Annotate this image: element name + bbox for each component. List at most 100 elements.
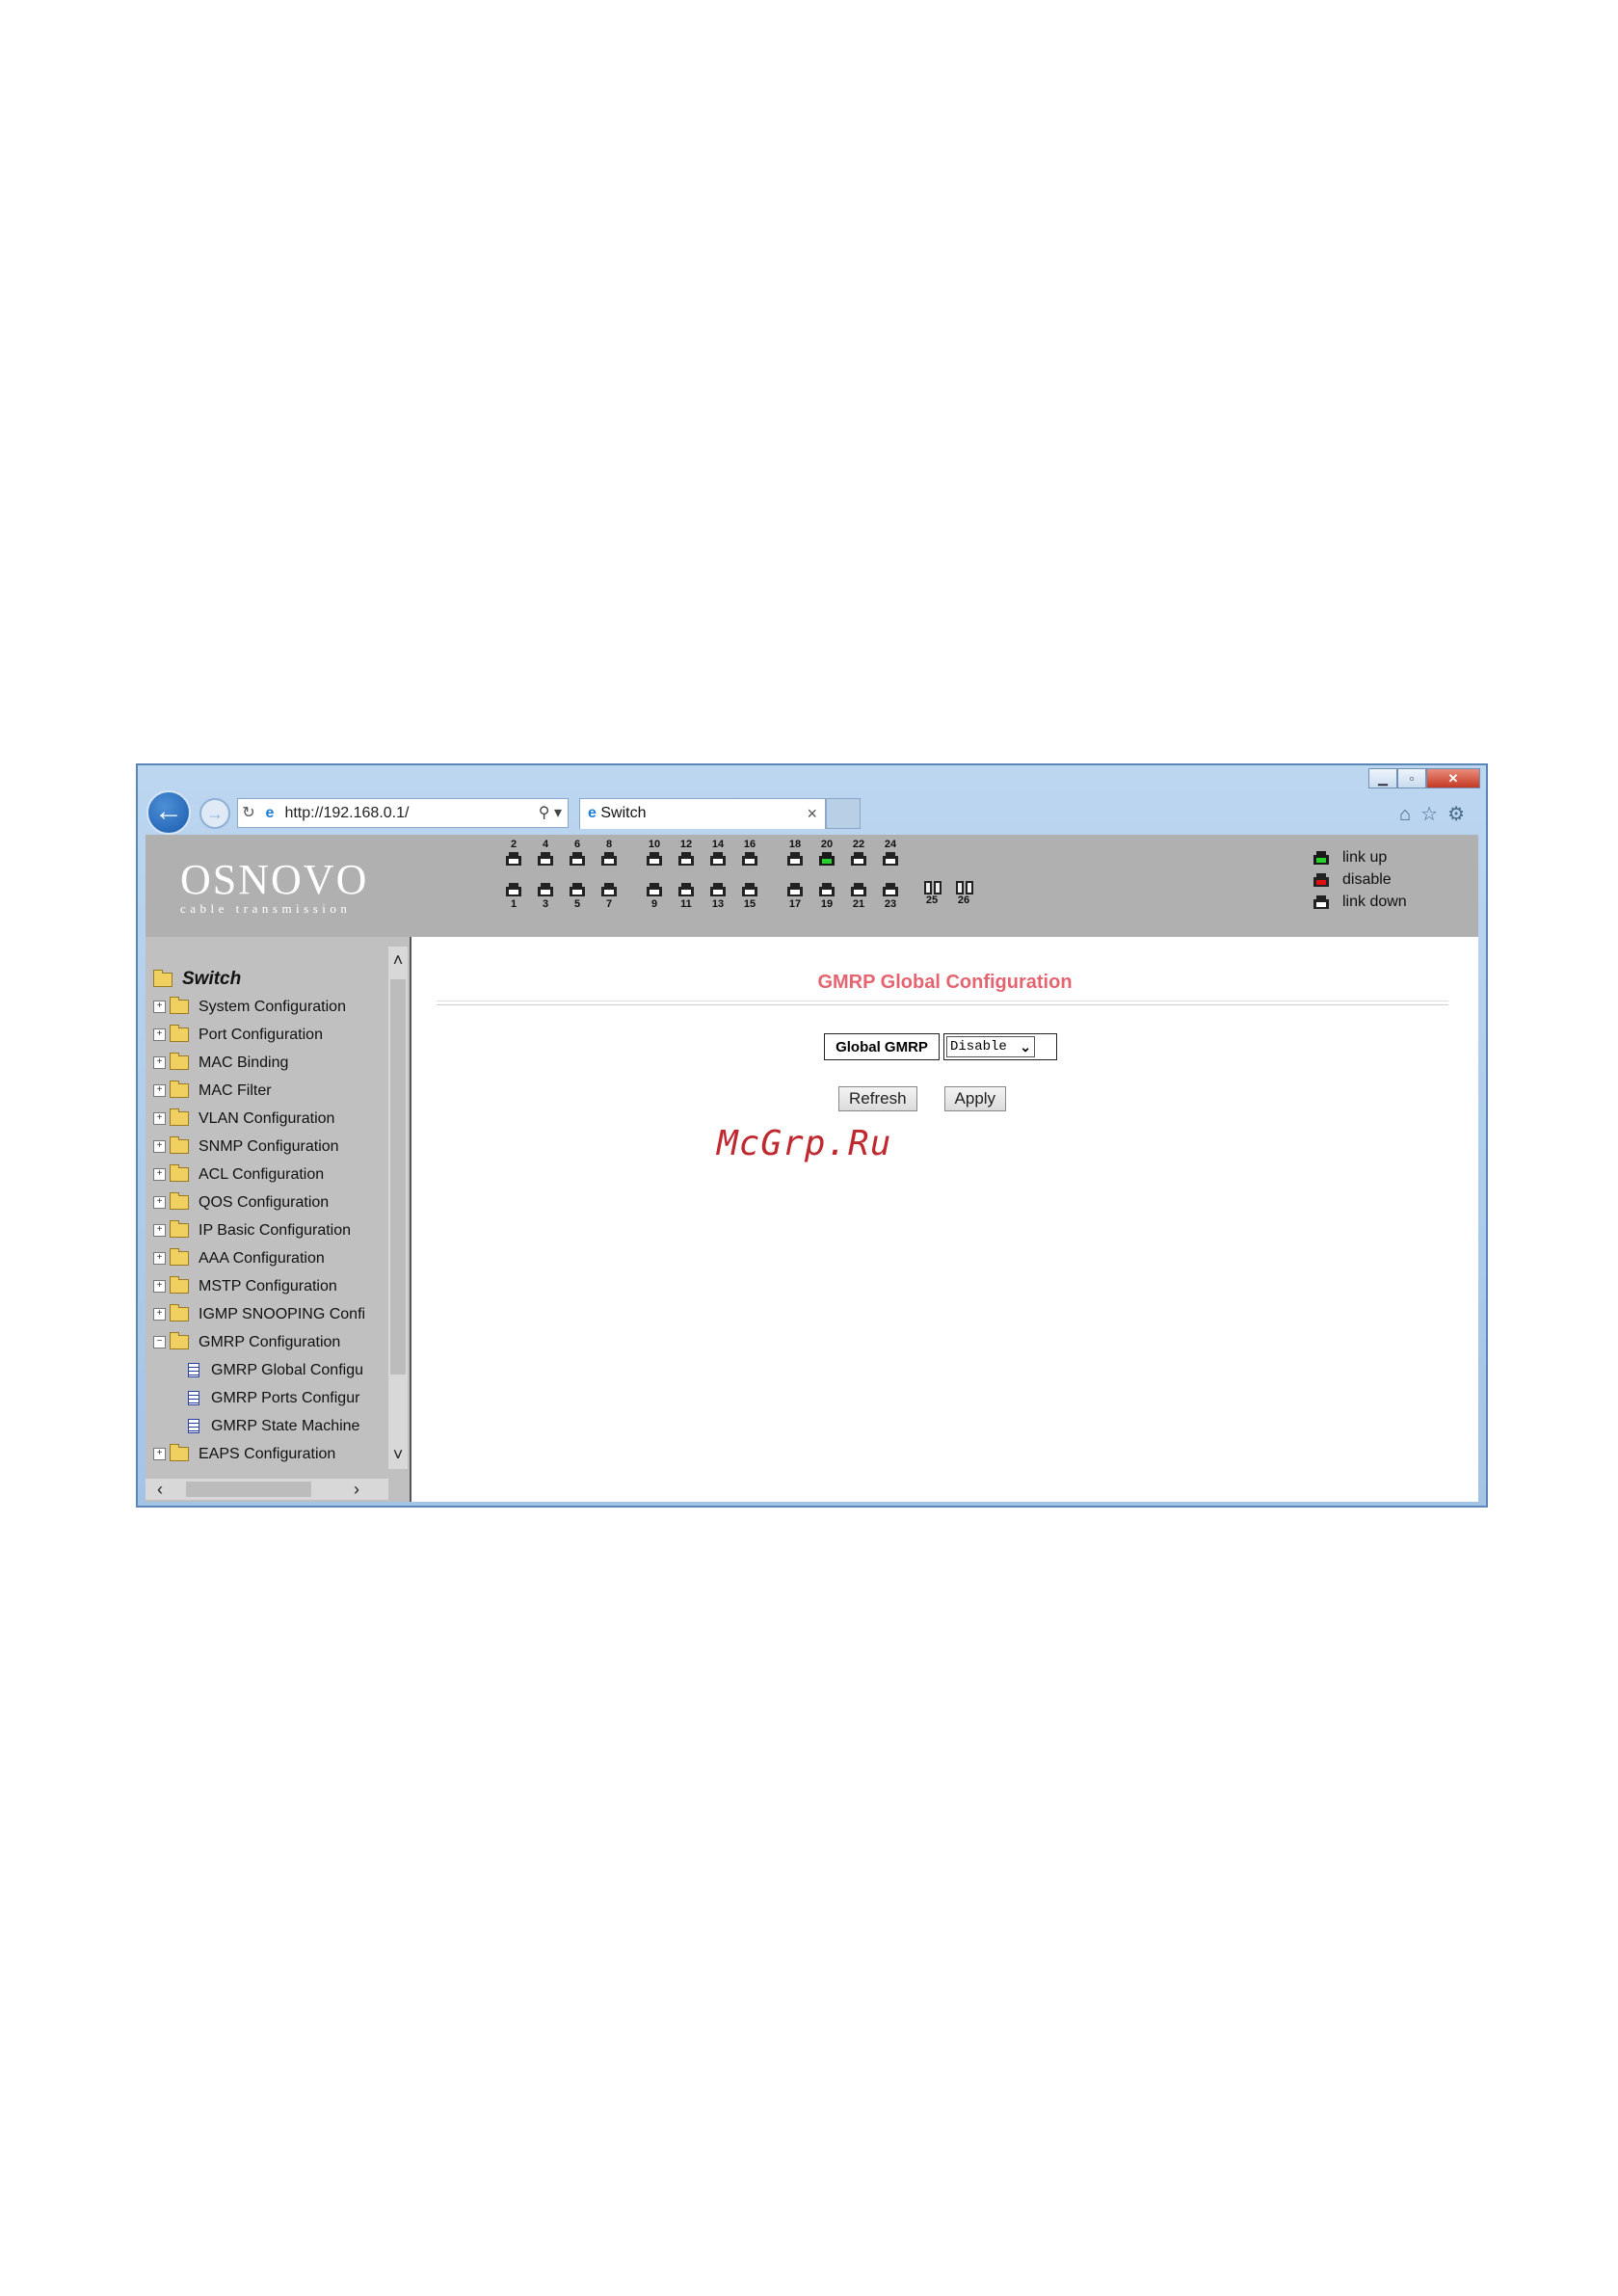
tree-item[interactable]: + ACL Configuration <box>153 1161 390 1188</box>
global-gmrp-select[interactable]: Disable ⌄ <box>943 1033 1057 1060</box>
port-8[interactable]: 8 <box>599 839 619 868</box>
scroll-thumb[interactable] <box>390 979 406 1375</box>
tree-child-label[interactable]: GMRP Global Configu <box>211 1362 363 1379</box>
port-2[interactable]: 2 <box>504 839 523 868</box>
tree-item-label[interactable]: EAPS Configuration <box>199 1446 335 1463</box>
close-icon[interactable]: ✕ <box>1426 768 1480 788</box>
new-tab-button[interactable] <box>826 798 861 829</box>
forward-button[interactable]: → <box>199 798 230 829</box>
maximize-icon[interactable]: ▫ <box>1397 768 1426 788</box>
tree-item-label[interactable]: MAC Filter <box>199 1082 272 1100</box>
port-22[interactable]: 22 <box>849 839 868 868</box>
tree-child[interactable]: GMRP State Machine <box>153 1412 390 1440</box>
port-4[interactable]: 4 <box>536 839 555 868</box>
star-icon[interactable]: ☆ <box>1420 804 1447 825</box>
vertical-scrollbar[interactable]: ˄ ˅ <box>388 947 408 1469</box>
scroll-down-icon[interactable]: ˅ <box>388 1445 408 1465</box>
port-23[interactable]: 23 <box>881 881 900 910</box>
port-11[interactable]: 11 <box>676 881 696 910</box>
tree-item-label[interactable]: Port Configuration <box>199 1027 323 1044</box>
port-5[interactable]: 5 <box>568 881 587 910</box>
port-18[interactable]: 18 <box>785 839 805 868</box>
tree-item-label[interactable]: IGMP SNOOPING Confi <box>199 1306 365 1323</box>
expand-icon[interactable]: + <box>153 1224 166 1237</box>
sfp-port-26[interactable]: 26 <box>954 881 973 906</box>
tree-item-label[interactable]: VLAN Configuration <box>199 1110 334 1128</box>
tree-item[interactable]: + VLAN Configuration <box>153 1105 390 1133</box>
address-bar[interactable]: ↻ e http://192.168.0.1/ ⚲ ▾ <box>237 798 569 828</box>
minimize-icon[interactable]: ▁ <box>1368 768 1397 788</box>
port-6[interactable]: 6 <box>568 839 587 868</box>
tree-item[interactable]: + MSTP Configuration <box>153 1272 390 1300</box>
tree-child[interactable]: GMRP Global Configu <box>153 1356 390 1384</box>
refresh-icon[interactable]: ↻ <box>238 799 259 827</box>
port-1[interactable]: 1 <box>504 881 523 910</box>
tree-item-label[interactable]: QOS Configuration <box>199 1194 329 1212</box>
tree-item-label[interactable]: MSTP Configuration <box>199 1278 337 1295</box>
search-icon[interactable]: ⚲ ▾ <box>539 799 562 827</box>
tree-item-label[interactable]: SNMP Configuration <box>199 1138 339 1156</box>
expand-icon[interactable]: + <box>153 1308 166 1321</box>
scroll-right-icon[interactable]: › <box>354 1479 359 1500</box>
port-9[interactable]: 9 <box>645 881 664 910</box>
expand-icon[interactable]: + <box>153 1252 166 1265</box>
tree-item[interactable]: + MAC Filter <box>153 1077 390 1105</box>
port-3[interactable]: 3 <box>536 881 555 910</box>
tree-child-label[interactable]: GMRP State Machine <box>211 1418 359 1435</box>
expand-icon[interactable]: + <box>153 1168 166 1181</box>
tree-item-label[interactable]: System Configuration <box>199 999 346 1016</box>
scroll-left-icon[interactable]: ‹ <box>157 1479 163 1500</box>
tree-item[interactable]: + SNMP Configuration <box>153 1133 390 1161</box>
tree-item-label[interactable]: GMRP Configuration <box>199 1334 340 1351</box>
tree-item[interactable]: + MAC Binding <box>153 1049 390 1077</box>
scroll-up-icon[interactable]: ˄ <box>388 950 408 971</box>
port-20[interactable]: 20 <box>817 839 836 868</box>
collapse-icon[interactable]: − <box>153 1336 166 1348</box>
tree-item[interactable]: + EAPS Configuration <box>153 1440 390 1467</box>
select-value[interactable]: Disable <box>950 1039 1007 1055</box>
expand-icon[interactable]: + <box>153 1001 166 1013</box>
apply-button[interactable]: Apply <box>943 1086 1007 1111</box>
tree-child-label[interactable]: GMRP Ports Configur <box>211 1390 359 1407</box>
port-12[interactable]: 12 <box>676 839 696 868</box>
tab-switch[interactable]: e Switch × <box>579 798 826 829</box>
tree-item[interactable]: + System Configuration <box>153 993 390 1021</box>
back-button[interactable]: ← <box>146 790 191 835</box>
port-15[interactable]: 15 <box>740 881 759 910</box>
port-7[interactable]: 7 <box>599 881 619 910</box>
tree-item[interactable]: − GMRP Configuration <box>153 1328 390 1356</box>
tab-close-icon[interactable]: × <box>807 799 817 828</box>
port-24[interactable]: 24 <box>881 839 900 868</box>
port-14[interactable]: 14 <box>708 839 728 868</box>
port-17[interactable]: 17 <box>785 881 805 910</box>
expand-icon[interactable]: + <box>153 1196 166 1209</box>
port-13[interactable]: 13 <box>708 881 728 910</box>
port-21[interactable]: 21 <box>849 881 868 910</box>
address-text[interactable]: http://192.168.0.1/ <box>284 805 409 821</box>
port-10[interactable]: 10 <box>645 839 664 868</box>
expand-icon[interactable]: + <box>153 1140 166 1153</box>
port-16[interactable]: 16 <box>740 839 759 868</box>
expand-icon[interactable]: + <box>153 1028 166 1041</box>
port-19[interactable]: 19 <box>817 881 836 910</box>
hscroll-thumb[interactable] <box>186 1482 311 1497</box>
expand-icon[interactable]: + <box>153 1112 166 1125</box>
expand-icon[interactable]: + <box>153 1084 166 1097</box>
tree-item-label[interactable]: MAC Binding <box>199 1055 288 1072</box>
expand-icon[interactable]: + <box>153 1280 166 1293</box>
tree-item[interactable]: + AAA Configuration <box>153 1244 390 1272</box>
expand-icon[interactable]: + <box>153 1448 166 1460</box>
tree-item[interactable]: + QOS Configuration <box>153 1188 390 1216</box>
chevron-down-icon[interactable]: ⌄ <box>1020 1037 1031 1056</box>
tree-item-label[interactable]: ACL Configuration <box>199 1166 324 1184</box>
tree-item[interactable]: + IP Basic Configuration <box>153 1216 390 1244</box>
tree-item[interactable]: + Port Configuration <box>153 1021 390 1049</box>
expand-icon[interactable]: + <box>153 1056 166 1069</box>
gear-icon[interactable]: ⚙ <box>1447 804 1474 825</box>
tree-root[interactable]: Switch <box>153 966 390 993</box>
tree-item-label[interactable]: AAA Configuration <box>199 1250 325 1268</box>
home-icon[interactable]: ⌂ <box>1399 804 1420 825</box>
refresh-button[interactable]: Refresh <box>838 1086 917 1111</box>
tree-child[interactable]: GMRP Ports Configur <box>153 1384 390 1412</box>
tree-item-label[interactable]: IP Basic Configuration <box>199 1222 351 1240</box>
